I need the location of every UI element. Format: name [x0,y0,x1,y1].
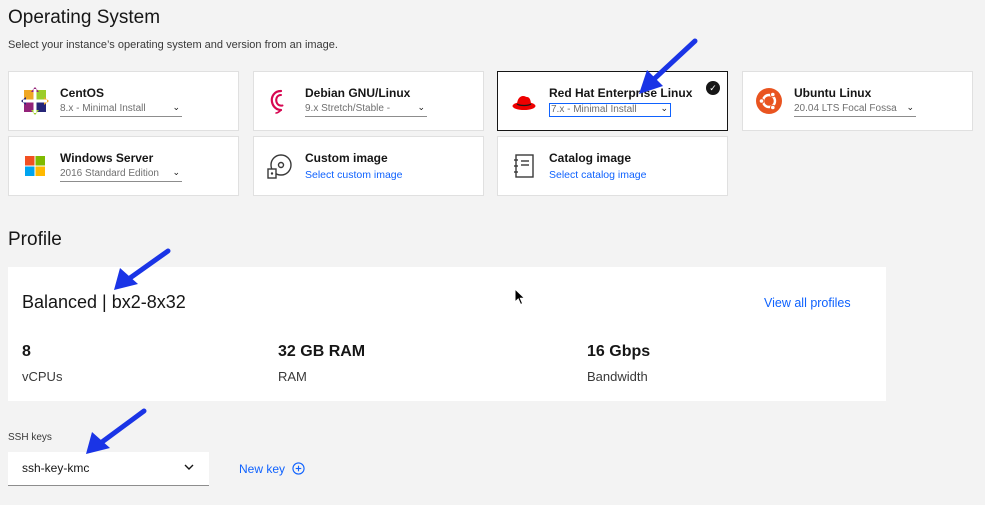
chevron-down-icon: ⌄ [660,103,668,113]
new-key-button[interactable]: New key [239,462,305,476]
version-select[interactable]: 8.x - Minimal Install ⌄ [60,103,182,117]
os-tile-title: Red Hat Enterprise Linux [549,86,693,100]
chevron-down-icon: ⌄ [172,168,180,177]
version-value: 8.x - Minimal Install [60,103,146,114]
new-key-label: New key [239,462,286,476]
chevron-down-icon [184,464,194,470]
ssh-keys-label: SSH keys [8,432,52,443]
profile-card: Balanced | bx2-8x32 View all profiles 8 … [8,267,886,401]
os-tile-title: Catalog image [549,151,632,165]
ram-value: 32 GB RAM [278,343,366,360]
disc-image-icon [267,154,292,179]
os-tile-custom-image[interactable]: Custom image Select custom image [253,136,484,196]
version-select[interactable]: 9.x Stretch/Stable - ⌄ [305,103,427,117]
version-value: 7.x - Minimal Install [551,104,637,115]
vcpu-label: vCPUs [22,369,63,384]
ssh-key-select[interactable]: ssh-key-kmc [8,452,209,486]
os-tile-title: CentOS [60,86,105,100]
debian-logo-icon [270,89,284,114]
view-all-profiles-link[interactable]: View all profiles [764,296,851,310]
os-tile-title: Debian GNU/Linux [305,86,411,100]
os-tile-ubuntu[interactable]: Ubuntu Linux 20.04 LTS Focal Fossa ⌄ [742,71,973,131]
mouse-cursor-icon [514,288,526,306]
ssh-key-value: ssh-key-kmc [22,461,90,475]
version-value: 2016 Standard Edition [60,168,159,179]
os-tile-catalog-image[interactable]: Catalog image Select catalog image [497,136,728,196]
redhat-logo-icon [512,96,536,110]
os-tile-redhat[interactable]: Red Hat Enterprise Linux 7.x - Minimal I… [497,71,728,131]
ubuntu-logo-icon [756,88,782,114]
chevron-down-icon: ⌄ [906,103,914,112]
version-select[interactable]: 2016 Standard Edition ⌄ [60,168,182,182]
vcpu-value: 8 [22,343,31,360]
catalog-icon [514,154,534,178]
os-tile-title: Ubuntu Linux [794,86,872,100]
os-tile-centos[interactable]: CentOS 8.x - Minimal Install ⌄ [8,71,239,131]
version-select[interactable]: 20.04 LTS Focal Fossa ⌄ [794,103,916,117]
os-tile-debian[interactable]: Debian GNU/Linux 9.x Stretch/Stable - ⌄ [253,71,484,131]
os-tile-title: Custom image [305,151,388,165]
bandwidth-value: 16 Gbps [587,343,651,360]
bandwidth-label: Bandwidth [587,369,648,384]
version-value: 9.x Stretch/Stable - [305,103,391,114]
os-tile-windows[interactable]: Windows Server 2016 Standard Edition ⌄ [8,136,239,196]
select-custom-image-link[interactable]: Select custom image [305,169,402,181]
windows-logo-icon [25,156,45,176]
version-select[interactable]: 7.x - Minimal Install ⌄ [549,103,671,117]
os-tile-title: Windows Server [60,151,154,165]
centos-logo-icon [21,87,49,115]
selected-checkmark-icon: ✓ [706,81,720,95]
ram-label: RAM [278,369,307,384]
profile-section-title: Profile [8,229,62,250]
os-section-title: Operating System [8,7,161,28]
os-section-subtitle: Select your instance’s operating system … [8,39,338,51]
chevron-down-icon: ⌄ [417,103,425,112]
add-circle-icon [292,462,305,475]
annotation-arrow-icon [86,408,147,454]
select-catalog-image-link[interactable]: Select catalog image [549,169,646,181]
version-value: 20.04 LTS Focal Fossa [794,103,897,114]
profile-name: Balanced | bx2-8x32 [22,292,186,312]
chevron-down-icon: ⌄ [172,103,180,112]
